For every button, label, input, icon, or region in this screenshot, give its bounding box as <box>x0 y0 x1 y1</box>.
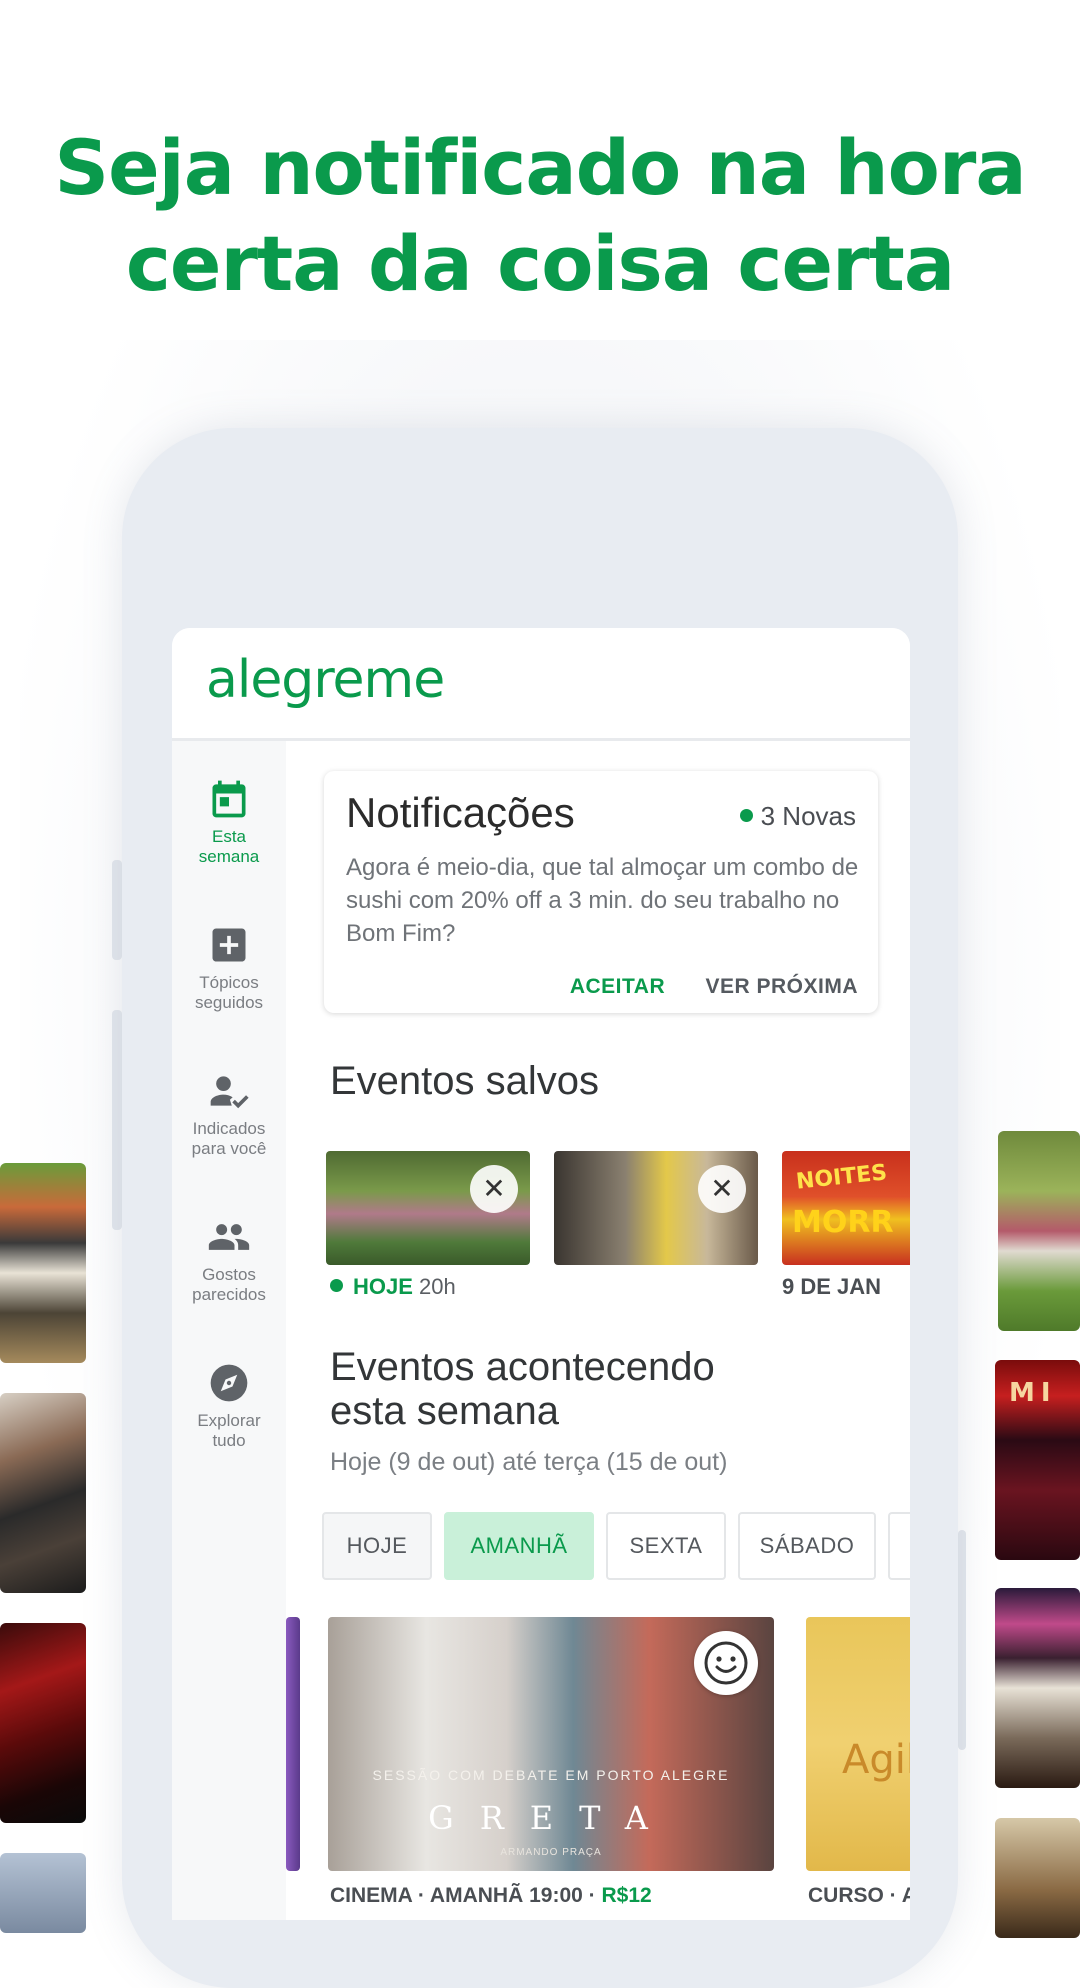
event-poster-title: Agil <box>842 1737 910 1783</box>
sidebar: Esta semana Tópicos seguidos Indicados p… <box>172 741 287 1920</box>
event-meta: CINEMA · AMANHÃ 19:00 · R$12 <box>330 1884 652 1908</box>
event-meta: CURSO · A <box>808 1884 910 1907</box>
phone-side-button <box>112 860 122 960</box>
sidebar-item-label: Gostos <box>202 1265 256 1284</box>
main-content: Notificações 3 Novas Agora é meio-dia, q… <box>286 741 910 1920</box>
event-poster-overlay: SESSÃO COM DEBATE EM PORTO ALEGRE <box>372 1767 730 1783</box>
thumbnail-people-photo <box>0 1393 86 1593</box>
sidebar-item-label: para você <box>191 1139 267 1158</box>
next-notification-button[interactable]: VER PRÓXIMA <box>705 975 858 998</box>
sidebar-item-explorar[interactable]: Explorar tudo <box>172 1361 286 1451</box>
sidebar-item-label: semana <box>198 847 260 866</box>
phone-side-button <box>958 1530 966 1750</box>
people-icon <box>208 1224 250 1250</box>
thumbnail-park-photo <box>998 1131 1080 1331</box>
day-filter-chip[interactable] <box>888 1512 910 1580</box>
sidebar-item-label: Esta <box>211 827 247 846</box>
headline-line-2: certa da coisa certa <box>125 219 955 308</box>
app-screen: alegreme Esta semana Tópicos seguidos In… <box>172 628 910 1920</box>
day-filter-chip[interactable]: SEXTA <box>606 1512 726 1580</box>
app-bar: alegreme <box>172 628 910 741</box>
saved-events-title: Eventos salvos <box>330 1059 600 1103</box>
headline-line-1: Seja notificado na hora <box>54 123 1026 212</box>
week-events-title-line: Eventos acontecendo <box>330 1345 715 1389</box>
day-filter-chip[interactable]: HOJE <box>322 1512 432 1580</box>
event-price: R$12 <box>601 1884 652 1907</box>
sidebar-item-label: tudo <box>212 1431 246 1450</box>
event-poster-title: GRETA <box>428 1799 674 1837</box>
card-poster-text: MORR <box>792 1205 894 1240</box>
thumbnail-sky-photo <box>0 1853 86 1933</box>
thumbnail-red-light-photo <box>0 1623 86 1823</box>
saved-event-date: 9 DE JAN <box>782 1274 882 1299</box>
compass-icon <box>210 1364 248 1402</box>
sidebar-item-label: parecidos <box>192 1285 266 1304</box>
calendar-icon <box>212 780 246 818</box>
week-events-title: Eventos acontecendo esta semana <box>330 1345 715 1433</box>
event-poster-credit: ARMANDO PRAÇA <box>500 1847 602 1858</box>
badge-label: 3 Novas <box>760 801 856 831</box>
week-events-title-line: esta semana <box>330 1389 560 1433</box>
saved-event-card[interactable]: ✕ <box>554 1151 758 1265</box>
close-icon[interactable]: ✕ <box>698 1165 746 1213</box>
person-check-icon <box>210 1076 249 1109</box>
app-logo: alegreme <box>206 650 445 710</box>
saved-event-date: HOJE 20h <box>330 1274 456 1300</box>
sidebar-item-gostos-parecidos[interactable]: Gostos parecidos <box>172 1215 286 1305</box>
day-filter-chip-selected[interactable]: AMANHÃ <box>444 1512 594 1580</box>
status-dot-icon <box>330 1279 343 1292</box>
today-label: HOJE <box>353 1274 413 1299</box>
sidebar-item-label: seguidos <box>194 993 264 1012</box>
card-poster-text: NOITES <box>794 1160 889 1195</box>
event-card[interactable]: Agil <box>806 1617 910 1871</box>
sidebar-item-indicados[interactable]: Indicados para você <box>172 1069 286 1159</box>
smiley-icon[interactable] <box>694 1631 758 1695</box>
headline: Seja notificado na hora certa da coisa c… <box>0 120 1080 312</box>
sidebar-item-label: Tópicos <box>199 973 259 992</box>
plus-box-icon <box>212 928 246 962</box>
sidebar-item-esta-semana[interactable]: Esta semana <box>172 777 286 867</box>
new-notifications-badge: 3 Novas <box>739 801 856 832</box>
saved-event-card[interactable]: NOITES MORR <box>782 1151 910 1265</box>
sidebar-item-label: Explorar <box>197 1411 261 1430</box>
thumbnail-cinema-photo: MI <box>995 1360 1080 1560</box>
accept-button[interactable]: ACEITAR <box>570 975 665 998</box>
close-icon[interactable]: ✕ <box>470 1165 518 1213</box>
phone-side-button <box>112 1010 122 1230</box>
notification-actions: ACEITAR VER PRÓXIMA <box>536 975 858 999</box>
cinema-sign: MI <box>1009 1378 1057 1408</box>
smiley-face-icon <box>704 1641 748 1685</box>
notification-title: Notificações <box>346 789 575 836</box>
event-card[interactable] <box>286 1617 300 1871</box>
thumbnail-talk-photo <box>995 1588 1080 1788</box>
notification-card: Notificações 3 Novas Agora é meio-dia, q… <box>324 771 878 1013</box>
sidebar-item-label: Indicados <box>192 1119 266 1138</box>
time-label: 20h <box>419 1274 456 1299</box>
thumbnail-market-photo <box>0 1163 86 1363</box>
notification-body: Agora é meio-dia, que tal almoçar um com… <box>346 854 859 947</box>
event-meta-text: CINEMA · AMANHÃ 19:00 · <box>330 1884 602 1907</box>
status-dot-icon <box>739 809 753 822</box>
saved-event-card[interactable]: ✕ <box>326 1151 530 1265</box>
week-events-subtitle: Hoje (9 de out) até terça (15 de out) <box>330 1448 728 1476</box>
sidebar-item-topicos-seguidos[interactable]: Tópicos seguidos <box>172 923 286 1013</box>
event-card[interactable]: SESSÃO COM DEBATE EM PORTO ALEGRE GRETA … <box>328 1617 774 1871</box>
thumbnail-arch-photo <box>995 1818 1080 1938</box>
day-filter-chip[interactable]: SÁBADO <box>738 1512 876 1580</box>
